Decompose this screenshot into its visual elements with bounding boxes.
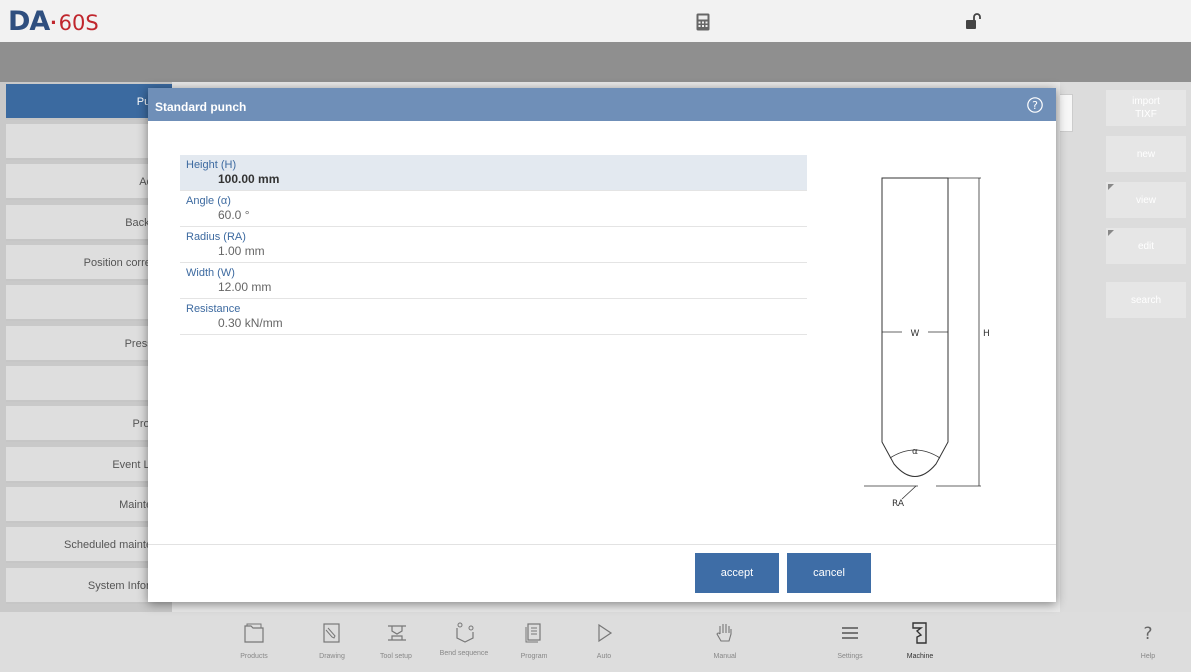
field-label: Width (W) — [186, 267, 235, 279]
nav-drawing[interactable]: Drawing — [302, 612, 362, 672]
field-label: Radius (RA) — [186, 231, 246, 243]
submenu-indicator-icon — [1108, 184, 1114, 190]
nav-label: Manual — [713, 653, 737, 660]
nav-label: Drawing — [319, 653, 345, 660]
field-label: Height (H) — [186, 159, 237, 171]
width-label: W — [911, 329, 920, 339]
nav-label: Settings — [837, 653, 863, 660]
submenu-indicator-icon — [1108, 230, 1114, 236]
list-icon — [842, 627, 858, 639]
question-circle-icon[interactable]: ? — [1027, 97, 1043, 113]
logo-brand: DA — [8, 6, 50, 37]
width-field[interactable]: Width (W) 12.00 mm — [180, 263, 807, 299]
nav-label: Auto — [596, 653, 612, 660]
bend-sequence-icon — [456, 622, 474, 643]
import-tixf-button[interactable]: import TIXF — [1106, 90, 1186, 126]
logo: DA · 60S — [8, 6, 99, 37]
nav-label: Tool setup — [380, 653, 412, 660]
nav-products[interactable]: Products — [224, 612, 284, 672]
field-value: 12.00 mm — [218, 280, 272, 294]
edit-button-label: edit — [1137, 240, 1155, 252]
radius-label: RA — [892, 499, 905, 509]
resistance-field[interactable]: Resistance 0.30 kN/mm — [180, 299, 807, 335]
nav-help[interactable]: ? Help — [1118, 612, 1178, 672]
field-value: 60.0 ° — [218, 208, 250, 222]
nav-program[interactable]: Program — [504, 612, 564, 672]
angle-field[interactable]: Angle (α) 60.0 ° — [180, 191, 807, 227]
svg-text:?: ? — [1143, 624, 1152, 644]
nav-label: Products — [240, 653, 268, 660]
svg-text:?: ? — [1032, 99, 1038, 112]
angle-label: α — [912, 447, 918, 457]
top-bar: DA · 60S — [0, 0, 1191, 42]
hand-icon — [716, 624, 732, 642]
nav-label: Help — [1140, 653, 1156, 660]
nav-auto[interactable]: Auto — [574, 612, 634, 672]
nav-label: Program — [520, 653, 548, 660]
height-field[interactable]: Height (H) 100.00 mm — [180, 155, 807, 191]
tool-setup-icon — [388, 625, 406, 641]
accept-button[interactable]: accept — [695, 553, 779, 593]
drawing-icon — [323, 623, 340, 643]
dialog-title: Standard punch — [155, 100, 247, 114]
radius-field[interactable]: Radius (RA) 1.00 mm — [180, 227, 807, 263]
field-value: 100.00 mm — [218, 172, 280, 186]
folder-icon — [244, 623, 264, 643]
nav-label: Bend sequence — [439, 650, 489, 657]
dialog-footer: accept cancel — [148, 544, 1056, 603]
search-button-label: search — [1130, 294, 1161, 306]
dialog-header: Standard punch ? — [148, 88, 1056, 121]
search-field-edge[interactable] — [1060, 94, 1073, 132]
logo-model: 60S — [58, 11, 99, 35]
nav-label: Machine — [906, 653, 934, 660]
bottom-navigation: Products Drawing Tool setup Bend sequenc… — [0, 612, 1191, 672]
help-icon: ? — [1143, 624, 1152, 644]
edit-button[interactable]: edit — [1106, 228, 1186, 264]
view-button-label: view — [1135, 194, 1156, 206]
punch-parameter-list: Height (H) 100.00 mm Angle (α) 60.0 ° Ra… — [180, 155, 807, 335]
new-button-label: new — [1136, 148, 1156, 160]
nav-tool-setup[interactable]: Tool setup — [366, 612, 426, 672]
nav-manual[interactable]: Manual — [695, 612, 755, 672]
logo-dot: · — [50, 10, 58, 35]
nav-settings[interactable]: Settings — [820, 612, 880, 672]
search-button[interactable]: search — [1106, 282, 1186, 318]
unlocked-padlock-icon[interactable] — [965, 12, 981, 30]
right-action-panel: import TIXF new view edit search — [1060, 82, 1191, 612]
view-button[interactable]: view — [1106, 182, 1186, 218]
cancel-button[interactable]: cancel — [787, 553, 871, 593]
field-label: Angle (α) — [186, 195, 231, 207]
program-icon — [525, 623, 541, 643]
nav-bend-sequence[interactable]: Bend sequence — [434, 612, 494, 672]
toolbar-strip — [0, 42, 1191, 82]
field-label: Resistance — [186, 303, 241, 315]
field-value: 1.00 mm — [218, 244, 265, 258]
nav-machine[interactable]: Machine — [890, 612, 950, 672]
calculator-icon[interactable] — [696, 13, 710, 31]
play-icon — [598, 623, 613, 643]
height-label: H — [983, 329, 990, 339]
punch-diagram: W H α RA — [864, 177, 990, 509]
field-value: 0.30 kN/mm — [218, 316, 283, 330]
machine-menu: Punch D Adapt Backgau Position correctio… — [0, 82, 172, 612]
machine-icon — [912, 622, 927, 644]
new-button[interactable]: new — [1106, 136, 1186, 172]
standard-punch-dialog: Standard punch ? Height (H) 100.00 mm An… — [148, 88, 1056, 602]
